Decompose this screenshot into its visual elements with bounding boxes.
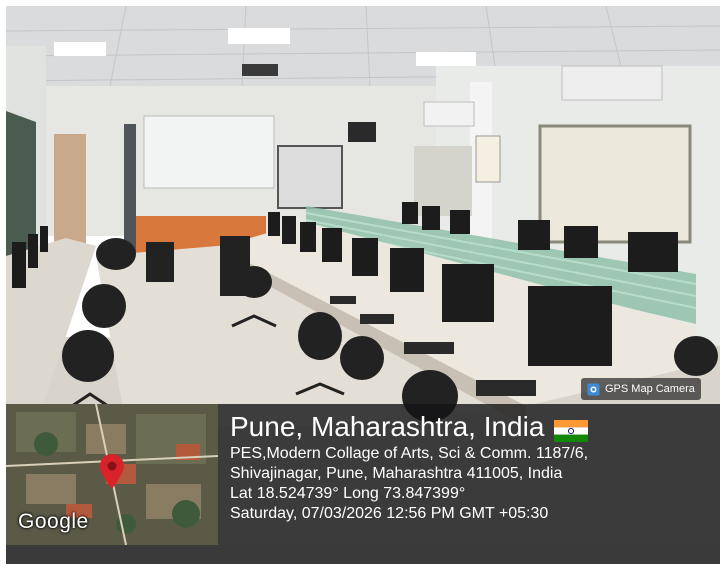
address-line-1: PES,Modern Collage of Arts, Sci & Comm. … [230, 445, 589, 462]
timestamp: Saturday, 07/03/2026 12:56 PM GMT +05:30 [230, 505, 549, 522]
google-logo: Google [18, 510, 89, 533]
location-details: Pune, Maharashtra, India PES,Modern Coll… [230, 410, 714, 524]
map-thumbnail: Google [6, 404, 218, 545]
badge-label: GPS Map Camera [605, 383, 695, 395]
india-flag-icon [554, 416, 589, 442]
geotagged-photo-frame: GPS Map Camera Google Pune, Maharashtra,… [0, 0, 723, 570]
gps-map-camera-badge: GPS Map Camera [581, 378, 701, 400]
coordinates: Lat 18.524739° Long 73.847399° [230, 485, 466, 502]
camera-icon [587, 383, 600, 395]
location-info-panel: Google Pune, Maharashtra, India PES,Mode… [6, 404, 720, 545]
location-title-text: Pune, Maharashtra, India [230, 411, 545, 442]
map-pin-icon [100, 454, 124, 489]
location-title: Pune, Maharashtra, India [230, 410, 714, 444]
address-line-2: Shivajinagar, Pune, Maharashtra 411005, … [230, 465, 563, 482]
